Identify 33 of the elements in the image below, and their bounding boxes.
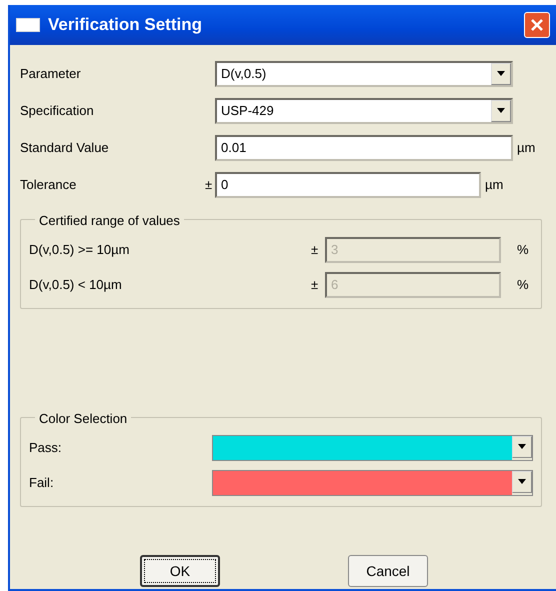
dropdown-button[interactable] bbox=[512, 436, 532, 458]
plus-minus-sign: ± bbox=[311, 276, 320, 294]
dialog-button[interactable]: OK bbox=[140, 555, 220, 587]
caret-icon bbox=[518, 479, 526, 484]
window-title: Verification Setting bbox=[48, 14, 202, 36]
unit-label: µm bbox=[516, 138, 536, 157]
dialog-button[interactable]: Cancel bbox=[348, 555, 428, 587]
close-icon bbox=[529, 17, 545, 33]
unit-label: % bbox=[516, 276, 530, 294]
dropdown-field[interactable]: D(v,0.5) bbox=[215, 60, 513, 86]
window-icon bbox=[16, 18, 40, 32]
dropdown-button[interactable] bbox=[491, 100, 511, 122]
field-label: Specification bbox=[20, 102, 95, 120]
unit-label: % bbox=[516, 240, 530, 259]
field-label: Tolerance bbox=[20, 176, 78, 194]
plus-minus-sign: ± bbox=[311, 240, 320, 259]
color-label: Pass: bbox=[29, 438, 63, 457]
caret-icon bbox=[497, 108, 505, 113]
input-field[interactable]: 0 bbox=[215, 172, 481, 198]
unit-label: µm bbox=[484, 176, 504, 194]
input-field[interactable]: 0.01 bbox=[215, 134, 513, 160]
field-label: Parameter bbox=[20, 64, 82, 83]
range-label: D(v,0.5) < 10µm bbox=[29, 276, 123, 294]
range-label: D(v,0.5) >= 10µm bbox=[29, 240, 130, 259]
dropdown-button[interactable] bbox=[512, 470, 532, 492]
caret-icon bbox=[518, 444, 526, 449]
close-button[interactable] bbox=[524, 12, 550, 38]
caret-icon bbox=[497, 71, 505, 76]
dropdown-button[interactable] bbox=[491, 62, 511, 84]
field-label: Standard Value bbox=[20, 138, 110, 157]
plus-minus-sign: ± bbox=[205, 176, 214, 194]
color-label: Fail: bbox=[29, 474, 55, 492]
dropdown-field[interactable]: USP-429 bbox=[215, 98, 513, 124]
